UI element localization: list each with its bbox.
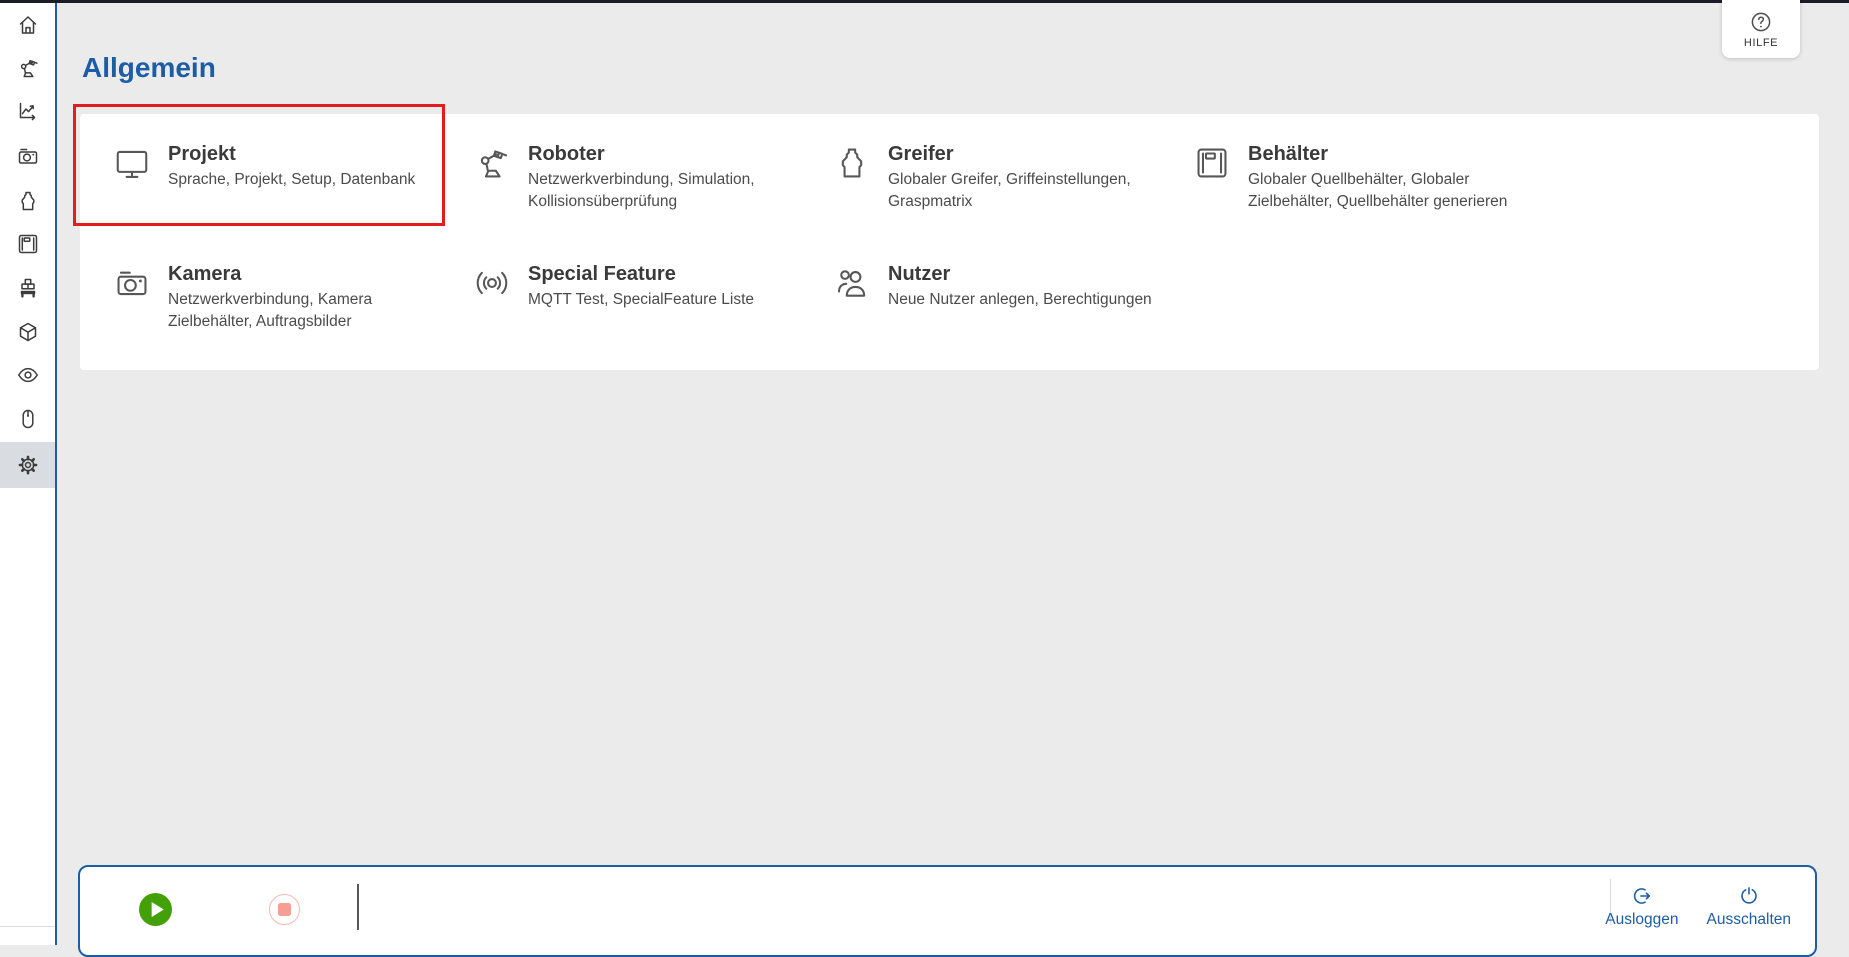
settings-panel: Projekt Sprache, Projekt, Setup, Datenba… xyxy=(80,114,1819,370)
shutdown-button[interactable]: Ausschalten xyxy=(1697,879,1801,935)
cube-3d-icon xyxy=(16,320,40,344)
sidebar-item-eye[interactable] xyxy=(0,353,55,397)
container-icon xyxy=(1193,144,1231,182)
sidebar-item-container[interactable] xyxy=(0,222,55,266)
bottom-toolbar: Ausloggen Ausschalten xyxy=(78,865,1817,957)
card-kamera[interactable]: Kamera Netzwerkverbindung, Kamera Zielbe… xyxy=(105,258,457,370)
sidebar-item-settings[interactable] xyxy=(0,442,55,488)
mouse-icon xyxy=(16,407,40,431)
sidebar-item-cube[interactable] xyxy=(0,310,55,354)
card-title: Kamera xyxy=(168,262,372,286)
machine-icon xyxy=(16,276,40,300)
card-text: Projekt Sprache, Projekt, Setup, Datenba… xyxy=(168,142,415,191)
users-icon xyxy=(833,264,871,302)
sidebar-item-camera[interactable] xyxy=(0,134,55,178)
shutdown-label: Ausschalten xyxy=(1707,911,1791,929)
monitor-icon xyxy=(113,144,151,182)
card-greifer[interactable]: Greifer Globaler Greifer, Griffeinstellu… xyxy=(825,138,1177,250)
card-subtitle: MQTT Test, SpecialFeature Liste xyxy=(528,289,754,311)
toolbar-divider xyxy=(357,884,359,930)
card-text: Kamera Netzwerkverbindung, Kamera Zielbe… xyxy=(168,262,372,333)
stop-button[interactable] xyxy=(269,894,300,925)
card-subtitle: Globaler Quellbehälter, Globaler Zielbeh… xyxy=(1248,169,1507,213)
sidebar-item-home[interactable] xyxy=(0,3,55,47)
logout-icon xyxy=(1631,885,1653,907)
sidebar-item-robot[interactable] xyxy=(0,46,55,90)
help-label: HILFE xyxy=(1744,37,1778,49)
top-edge-bar xyxy=(0,0,1849,3)
sidebar-item-mouse[interactable] xyxy=(0,397,55,441)
card-text: Special Feature MQTT Test, SpecialFeatur… xyxy=(528,262,754,311)
home-icon xyxy=(16,13,40,37)
card-title: Projekt xyxy=(168,142,415,166)
card-roboter[interactable]: Roboter Netzwerkverbindung, Simulation, … xyxy=(465,138,817,250)
help-button[interactable]: HILFE xyxy=(1722,0,1800,58)
card-projekt[interactable]: Projekt Sprache, Projekt, Setup, Datenba… xyxy=(105,138,457,250)
gripper-icon xyxy=(16,189,40,213)
sidebar-item-gripper[interactable] xyxy=(0,179,55,223)
robot-arm-icon xyxy=(16,56,40,80)
gripper-icon xyxy=(833,144,871,182)
help-circle-icon xyxy=(1749,10,1773,34)
page-title: Allgemein xyxy=(82,52,216,84)
logout-label: Ausloggen xyxy=(1605,911,1678,929)
card-text: Nutzer Neue Nutzer anlegen, Berechtigung… xyxy=(888,262,1152,311)
card-subtitle: Globaler Greifer, Griffeinstellungen, Gr… xyxy=(888,169,1131,213)
card-special-feature[interactable]: Special Feature MQTT Test, SpecialFeatur… xyxy=(465,258,817,370)
card-text: Behälter Globaler Quellbehälter, Globale… xyxy=(1248,142,1507,213)
sidebar-item-machine[interactable] xyxy=(0,266,55,310)
card-title: Roboter xyxy=(528,142,755,166)
card-behaelter[interactable]: Behälter Globaler Quellbehälter, Globale… xyxy=(1185,138,1537,250)
card-title: Behälter xyxy=(1248,142,1507,166)
container-icon xyxy=(16,232,40,256)
signal-icon xyxy=(473,264,511,302)
power-icon xyxy=(1738,885,1760,907)
card-subtitle: Neue Nutzer anlegen, Berechtigungen xyxy=(888,289,1152,311)
card-text: Roboter Netzwerkverbindung, Simulation, … xyxy=(528,142,755,213)
card-subtitle: Netzwerkverbindung, Simulation, Kollisio… xyxy=(528,169,755,213)
camera-icon xyxy=(113,264,151,302)
card-subtitle: Sprache, Projekt, Setup, Datenbank xyxy=(168,169,415,191)
settings-gear-icon xyxy=(16,453,40,477)
chart-icon xyxy=(16,99,40,123)
card-subtitle: Netzwerkverbindung, Kamera Zielbehälter,… xyxy=(168,289,372,333)
card-nutzer[interactable]: Nutzer Neue Nutzer anlegen, Berechtigung… xyxy=(825,258,1177,370)
camera-icon xyxy=(16,144,40,168)
sidebar xyxy=(0,3,57,945)
sidebar-divider xyxy=(0,926,55,927)
robot-arm-icon xyxy=(473,144,511,182)
card-title: Nutzer xyxy=(888,262,1152,286)
card-title: Greifer xyxy=(888,142,1131,166)
card-title: Special Feature xyxy=(528,262,754,286)
logout-button[interactable]: Ausloggen xyxy=(1595,879,1688,935)
toolbar-right-group: Ausloggen Ausschalten xyxy=(1595,879,1801,935)
stop-icon xyxy=(278,903,291,916)
sidebar-item-chart[interactable] xyxy=(0,89,55,133)
eye-icon xyxy=(16,363,40,387)
card-text: Greifer Globaler Greifer, Griffeinstellu… xyxy=(888,142,1131,213)
play-button[interactable] xyxy=(139,893,172,926)
play-icon xyxy=(139,893,172,926)
